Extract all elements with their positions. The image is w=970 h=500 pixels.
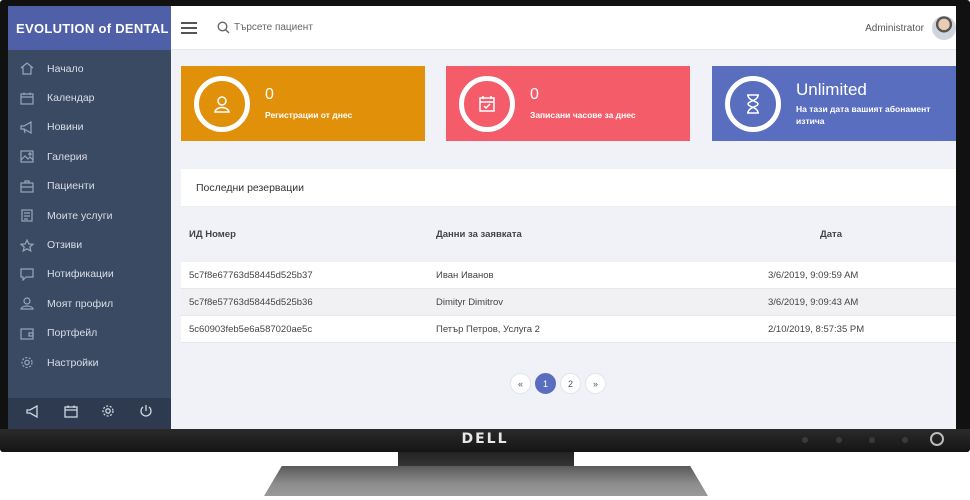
sidebar-item-gallery[interactable]: Галерия xyxy=(8,142,171,171)
monitor-button xyxy=(836,437,842,443)
sidebar-item-home[interactable]: Начало xyxy=(8,54,171,83)
wallet-icon xyxy=(19,326,35,340)
search-icon xyxy=(217,21,230,34)
gear-icon xyxy=(19,356,35,370)
pagination: « 1 2 » xyxy=(510,373,606,394)
list-icon xyxy=(19,209,35,223)
avatar[interactable] xyxy=(932,16,956,40)
cell-id: 5c60903feb5e6a587020ae5c xyxy=(189,323,313,335)
cell-details: Dimityr Dimitrov xyxy=(436,296,504,308)
stat-card-appointments: 0 Записани часове за днес xyxy=(446,66,690,141)
sidebar-item-label: Календар xyxy=(47,92,95,105)
monitor-brand-logo: DELL xyxy=(461,431,509,447)
sidebar-item-label: Портфейл xyxy=(47,327,98,340)
pagination-next[interactable]: » xyxy=(585,373,606,394)
sidebar-item-label: Галерия xyxy=(47,150,88,163)
stat-value: Unlimited xyxy=(796,80,867,99)
app-screen: EVOLUTION of DENTAL Начало Календар Нови… xyxy=(8,6,956,429)
sidebar-item-label: Начало xyxy=(47,62,84,75)
monitor-power-icon xyxy=(930,432,944,446)
search-input[interactable]: Търсете пациент xyxy=(234,22,313,33)
stat-card-subscription: Unlimited На тази дата вашият абонамент … xyxy=(712,66,956,141)
monitor-frame: EVOLUTION of DENTAL Начало Календар Нови… xyxy=(0,0,970,452)
gear-icon[interactable] xyxy=(101,404,115,423)
sidebar-item-settings[interactable]: Настройки xyxy=(8,348,171,377)
cell-date: 2/10/2019, 8:57:35 PM xyxy=(768,323,865,335)
column-header-id: ИД Номер xyxy=(189,229,236,240)
user-icon xyxy=(194,75,250,132)
search-box[interactable]: Търсете пациент xyxy=(217,21,313,34)
sidebar-item-label: Нотификации xyxy=(47,268,114,281)
topbar: Търсете пациент Administrator xyxy=(171,6,956,50)
table-row[interactable]: 5c7f8e67763d58445d525b37 Иван Иванов 3/6… xyxy=(181,262,956,289)
user-icon xyxy=(19,297,35,311)
pagination-prev[interactable]: « xyxy=(510,373,531,394)
menu-toggle-icon[interactable] xyxy=(181,21,197,34)
stat-label: Регистрации от днес xyxy=(265,110,353,120)
sidebar-item-label: Пациенти xyxy=(47,180,95,193)
sidebar-item-profile[interactable]: Моят профил xyxy=(8,289,171,318)
gallery-icon xyxy=(19,150,35,164)
user-name[interactable]: Administrator xyxy=(865,23,924,34)
table-row[interactable]: 5c60903feb5e6a587020ae5c Петър Петров, У… xyxy=(181,316,956,343)
sidebar-item-news[interactable]: Новини xyxy=(8,113,171,142)
monitor-stand xyxy=(264,466,708,496)
sidebar-item-label: Новини xyxy=(47,121,84,134)
home-icon xyxy=(19,62,35,76)
cell-date: 3/6/2019, 9:09:59 AM xyxy=(768,269,859,281)
briefcase-icon xyxy=(19,179,35,193)
sidebar-footer xyxy=(8,398,171,429)
sidebar: EVOLUTION of DENTAL Начало Календар Нови… xyxy=(8,6,171,429)
sidebar-item-label: Моят профил xyxy=(47,297,114,310)
sidebar-item-label: Моите услуги xyxy=(47,209,113,222)
monitor-button xyxy=(902,437,908,443)
sidebar-item-patients[interactable]: Пациенти xyxy=(8,172,171,201)
pagination-page-2[interactable]: 2 xyxy=(560,373,581,394)
star-icon xyxy=(19,238,35,252)
stat-value: 0 xyxy=(530,86,539,103)
panel-title: Последни резервации xyxy=(181,169,956,207)
chat-icon xyxy=(19,267,35,281)
cell-id: 5c7f8e67763d58445d525b37 xyxy=(189,269,313,281)
monitor-button xyxy=(869,437,875,443)
stat-card-registrations: 0 Регистрации от днес xyxy=(181,66,425,141)
pagination-page-1[interactable]: 1 xyxy=(535,373,556,394)
cell-id: 5c7f8e57763d58445d525b36 xyxy=(189,296,313,308)
column-header-date: Дата xyxy=(820,229,842,240)
calendar-icon xyxy=(19,91,35,105)
table-header: ИД Номер Данни за заявката Дата xyxy=(181,207,956,262)
sidebar-item-notifications[interactable]: Нотификации xyxy=(8,260,171,289)
hourglass-icon xyxy=(725,75,781,132)
stat-label: Записани часове за днес xyxy=(530,110,636,120)
monitor-bezel: DELL xyxy=(0,429,970,452)
stat-value: 0 xyxy=(265,86,274,103)
stat-label: На тази дата вашият абонамент изтича xyxy=(796,104,931,126)
sidebar-item-calendar[interactable]: Календар xyxy=(8,83,171,112)
sidebar-item-services[interactable]: Моите услуги xyxy=(8,201,171,230)
reservations-panel: Последни резервации ИД Номер Данни за за… xyxy=(181,169,956,346)
table-row[interactable]: 5c7f8e57763d58445d525b36 Dimityr Dimitro… xyxy=(181,289,956,316)
column-header-details: Данни за заявката xyxy=(436,229,522,240)
megaphone-icon xyxy=(19,120,35,134)
sidebar-item-label: Настройки xyxy=(47,356,99,369)
megaphone-icon[interactable] xyxy=(26,404,40,423)
monitor-button xyxy=(802,437,808,443)
sidebar-nav: Начало Календар Новини Галерия Пациенти xyxy=(8,50,171,377)
cell-details: Петър Петров, Услуга 2 xyxy=(436,323,540,335)
calendar-icon[interactable] xyxy=(63,405,78,423)
power-icon[interactable] xyxy=(139,404,153,423)
sidebar-item-wallet[interactable]: Портфейл xyxy=(8,319,171,348)
calendar-check-icon xyxy=(459,75,515,132)
cell-date: 3/6/2019, 9:09:43 AM xyxy=(768,296,859,308)
user-menu[interactable]: Administrator xyxy=(865,6,956,50)
cell-details: Иван Иванов xyxy=(436,269,494,281)
sidebar-item-reviews[interactable]: Отзиви xyxy=(8,230,171,259)
app-logo[interactable]: EVOLUTION of DENTAL xyxy=(8,6,171,50)
sidebar-item-label: Отзиви xyxy=(47,239,83,252)
